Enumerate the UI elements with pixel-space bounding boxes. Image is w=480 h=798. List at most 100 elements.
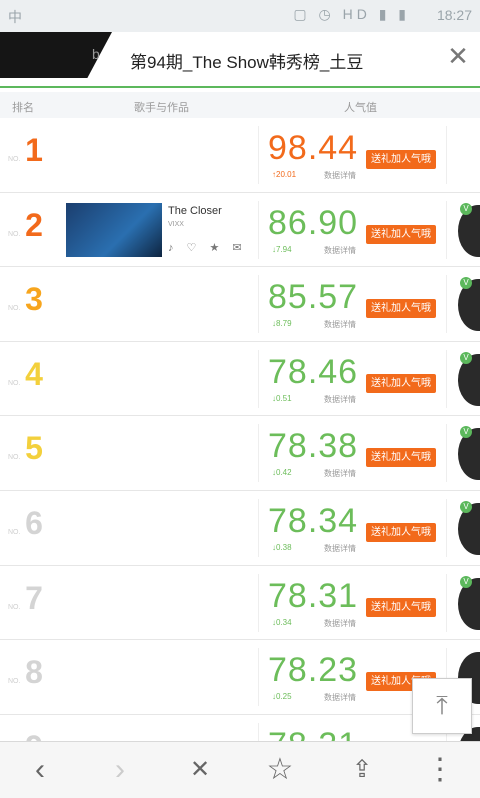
column-divider (446, 424, 447, 483)
rank-no-label: NO. (8, 156, 21, 163)
rank-no-label: NO. (8, 603, 21, 611)
header-popularity: 人气值 (344, 102, 377, 114)
column-divider (258, 424, 259, 483)
chart-row[interactable]: 1 NO. 98.44 ↑20.01 数据详情 送礼加人气哦 (0, 118, 480, 193)
popularity-score: 78.34 (268, 501, 359, 540)
popularity-score: 78.38 (268, 427, 359, 466)
score-change: ↓0.25 (272, 692, 292, 702)
menu-icon[interactable]: ⋮ (420, 752, 460, 788)
scroll-to-top-button[interactable]: ⤒ (412, 678, 472, 734)
status-icons: ▢ ◷ HD ▮ ▮ (293, 6, 410, 22)
status-carrier: 中 (8, 9, 22, 25)
verified-badge-icon: V (460, 202, 472, 215)
popularity-score: 78.46 (268, 352, 359, 391)
score-change: ↓8.79 (272, 319, 292, 329)
bottom-toolbar: ‹ › ✕ ☆ ⇪ ⋮ (0, 741, 480, 798)
artist-name: VIXX (168, 220, 184, 228)
rank-number: 7 (25, 579, 43, 616)
chart-row[interactable]: 2 NO. The Closer VIXX ♪ ♡ ★ ✉ 86.90 ↓7.9… (0, 192, 480, 268)
song-title[interactable]: The Closer (168, 205, 222, 217)
column-divider (258, 349, 259, 408)
gift-button[interactable]: 送礼加人气哦 (366, 597, 436, 617)
rank-number: 3 (25, 281, 43, 318)
rank-no-label: NO. (8, 305, 21, 313)
column-divider (258, 648, 259, 707)
rank-number: 6 (25, 504, 43, 541)
data-detail-link[interactable]: 数据详情 (324, 543, 356, 554)
data-detail-link[interactable]: 数据详情 (324, 468, 356, 479)
video-thumbnail[interactable] (66, 202, 162, 257)
column-divider (446, 126, 447, 184)
gift-button[interactable]: 送礼加人气哦 (366, 448, 436, 468)
data-detail-link[interactable]: 数据详情 (324, 245, 356, 256)
rank-number: 1 (25, 132, 43, 168)
verified-badge-icon: V (460, 575, 472, 588)
gift-button[interactable]: 送礼加人气哦 (366, 373, 436, 393)
video-thumbnail[interactable] (66, 277, 162, 332)
header-artist: 歌手与作品 (134, 102, 189, 114)
chart-row[interactable]: 4 NO. 78.46 ↓0.51 数据详情 送礼加人气哦 V (0, 341, 480, 417)
column-divider (258, 275, 259, 334)
column-divider (446, 349, 447, 408)
column-header: 排名 歌手与作品 人气值 (0, 92, 480, 119)
rank-number: 2 (25, 206, 43, 243)
video-thumbnail[interactable] (66, 426, 162, 481)
rank-no-label: NO. (8, 528, 21, 536)
rank-no-label: NO. (8, 454, 21, 462)
verified-badge-icon: V (460, 500, 472, 513)
popularity-score: 98.44 (268, 129, 359, 167)
chart-row[interactable]: 7 NO. 78.31 ↓0.34 数据详情 送礼加人气哦 V (0, 565, 480, 641)
gift-button[interactable]: 送礼加人气哦 (366, 299, 436, 319)
action-icons[interactable]: ♪ ♡ ★ ✉ (168, 241, 247, 254)
chart-row[interactable]: 6 NO. 78.34 ↓0.38 数据详情 送礼加人气哦 V (0, 490, 480, 566)
column-divider (446, 573, 447, 632)
close-icon[interactable]: ✕ (446, 43, 470, 69)
popularity-score: 78.23 (268, 651, 359, 690)
rank-number: 8 (25, 654, 43, 691)
video-thumbnail[interactable] (66, 500, 162, 555)
data-detail-link[interactable]: 数据详情 (324, 394, 356, 405)
rank-number: 5 (25, 430, 43, 467)
chart-list: 1 NO. 98.44 ↑20.01 数据详情 送礼加人气哦 2 NO. The… (0, 118, 480, 790)
score-change: ↓0.51 (272, 393, 292, 403)
verified-badge-icon: V (460, 351, 472, 364)
score-change: ↓0.42 (272, 468, 292, 478)
rank-no-label: NO. (8, 678, 21, 686)
share-icon[interactable]: ⇪ (342, 752, 382, 788)
popularity-score: 78.31 (268, 576, 359, 615)
back-icon[interactable]: ‹ (20, 752, 60, 788)
column-divider (258, 498, 259, 557)
data-detail-link[interactable]: 数据详情 (324, 692, 356, 703)
score-change: ↓7.94 (272, 244, 292, 254)
chart-row[interactable]: 3 NO. 85.57 ↓8.79 数据详情 送礼加人气哦 V (0, 267, 480, 342)
score-change: ↓0.34 (272, 617, 292, 627)
previous-tab-label: b (92, 46, 100, 62)
status-time: 18:27 (436, 7, 472, 23)
rank-number: 4 (25, 355, 43, 392)
score-change: ↓0.38 (272, 542, 292, 552)
chart-row[interactable]: 5 NO. 78.38 ↓0.42 数据详情 送礼加人气哦 V (0, 416, 480, 491)
artist-avatar[interactable] (458, 130, 480, 182)
column-divider (446, 498, 447, 557)
data-detail-link[interactable]: 数据详情 (324, 170, 356, 181)
gift-button[interactable]: 送礼加人气哦 (366, 150, 436, 169)
column-divider (258, 200, 259, 259)
column-divider (258, 573, 259, 632)
data-detail-link[interactable]: 数据详情 (324, 618, 356, 629)
video-thumbnail[interactable] (66, 128, 162, 182)
forward-icon[interactable]: › (100, 752, 140, 788)
chart-row[interactable]: 8 NO. 78.23 ↓0.25 数据详情 送礼加人气哦 (0, 640, 480, 715)
popularity-score: 86.90 (268, 203, 359, 242)
data-detail-link[interactable]: 数据详情 (324, 319, 356, 330)
video-thumbnail[interactable] (66, 351, 162, 406)
gift-button[interactable]: 送礼加人气哦 (366, 224, 436, 244)
column-divider (446, 200, 447, 259)
star-icon[interactable]: ☆ (260, 752, 300, 788)
title-bar: b 第94期_The Show韩秀榜_土豆 ✕ (0, 32, 480, 88)
gift-button[interactable]: 送礼加人气哦 (366, 522, 436, 542)
close-page-icon[interactable]: ✕ (180, 752, 220, 788)
rank-no-label: NO. (8, 379, 21, 387)
video-thumbnail[interactable] (66, 575, 162, 630)
rank-no-label: NO. (8, 230, 21, 238)
video-thumbnail[interactable] (66, 650, 162, 705)
